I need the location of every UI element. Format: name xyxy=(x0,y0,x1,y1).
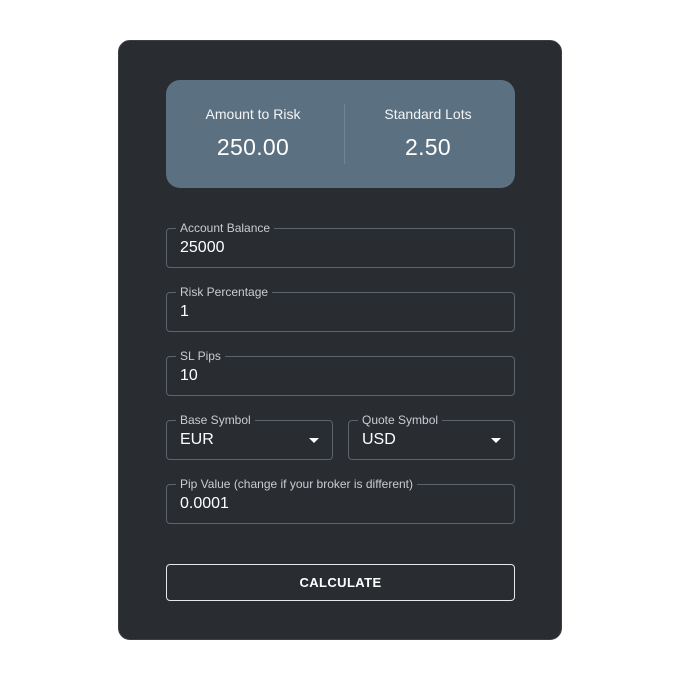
amount-to-risk-result: Amount to Risk 250.00 xyxy=(166,80,340,188)
amount-to-risk-label: Amount to Risk xyxy=(205,106,301,122)
base-symbol-label: Base Symbol xyxy=(176,412,255,428)
pip-value-input[interactable]: 0.0001 xyxy=(180,495,229,513)
quote-symbol-select[interactable]: Quote Symbol USD xyxy=(348,412,515,460)
calculator-card: Amount to Risk 250.00 Standard Lots 2.50… xyxy=(118,40,562,640)
standard-lots-value: 2.50 xyxy=(405,134,451,160)
standard-lots-result: Standard Lots 2.50 xyxy=(341,80,515,188)
base-symbol-value[interactable]: EUR xyxy=(180,431,214,449)
risk-percentage-input[interactable]: 1 xyxy=(180,303,189,321)
risk-percentage-label: Risk Percentage xyxy=(176,284,273,300)
standard-lots-label: Standard Lots xyxy=(384,106,472,122)
account-balance-input[interactable]: 25000 xyxy=(180,239,225,257)
caret-down-icon[interactable] xyxy=(309,438,319,443)
sl-pips-field[interactable]: SL Pips 10 xyxy=(166,348,515,396)
risk-percentage-field[interactable]: Risk Percentage 1 xyxy=(166,284,515,332)
sl-pips-label: SL Pips xyxy=(176,348,225,364)
pip-value-label: Pip Value (change if your broker is diff… xyxy=(176,476,418,492)
caret-down-icon[interactable] xyxy=(491,438,501,443)
calculate-button[interactable]: CALCULATE xyxy=(166,564,515,601)
account-balance-label: Account Balance xyxy=(176,220,275,236)
sl-pips-input[interactable]: 10 xyxy=(180,367,198,385)
results-panel: Amount to Risk 250.00 Standard Lots 2.50 xyxy=(166,80,515,188)
amount-to-risk-value: 250.00 xyxy=(216,134,290,160)
quote-symbol-value[interactable]: USD xyxy=(362,431,396,449)
account-balance-field[interactable]: Account Balance 25000 xyxy=(166,220,515,268)
quote-symbol-label: Quote Symbol xyxy=(358,412,443,428)
base-symbol-select[interactable]: Base Symbol EUR xyxy=(166,412,333,460)
pip-value-field[interactable]: Pip Value (change if your broker is diff… xyxy=(166,476,515,524)
